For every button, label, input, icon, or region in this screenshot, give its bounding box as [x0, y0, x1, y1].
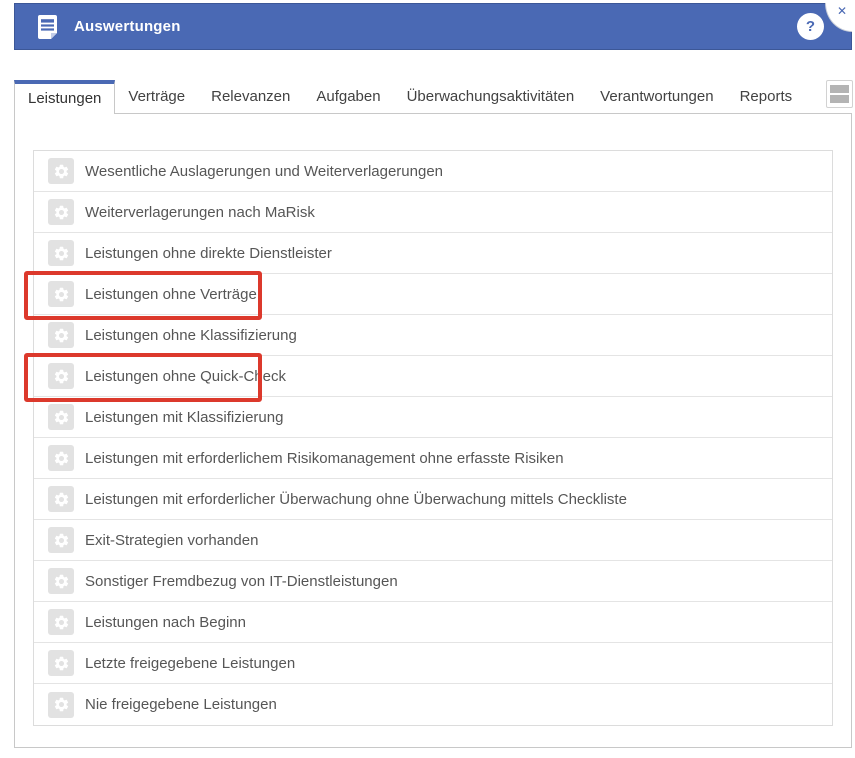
report-item-label: Leistungen mit erforderlichem Risikomana… [85, 450, 564, 467]
gear-icon [48, 158, 74, 184]
report-list-item[interactable]: Weiterverlagerungen nach MaRisk [34, 192, 832, 233]
report-list-item[interactable]: Sonstiger Fremdbezug von IT-Dienstleistu… [34, 561, 832, 602]
report-list-item[interactable]: Leistungen ohne Quick-Check [34, 356, 832, 397]
report-item-label: Sonstiger Fremdbezug von IT-Dienstleistu… [85, 573, 398, 590]
gear-icon [48, 404, 74, 430]
tab-label: Relevanzen [211, 88, 290, 105]
report-item-label: Leistungen nach Beginn [85, 614, 246, 631]
tab-label: Verträge [128, 88, 185, 105]
tab-verantwortungen[interactable]: Verantwortungen [587, 80, 726, 114]
gear-icon [48, 650, 74, 676]
report-list-item[interactable]: Leistungen ohne Klassifizierung [34, 315, 832, 356]
report-item-label: Nie freigegebene Leistungen [85, 696, 277, 713]
tab-label: Leistungen [28, 90, 101, 107]
report-list-item[interactable]: Letzte freigegebene Leistungen [34, 643, 832, 684]
report-list-item[interactable]: Leistungen mit Klassifizierung [34, 397, 832, 438]
tab-bar: Leistungen Verträge Relevanzen Aufgaben Über… [14, 80, 805, 114]
report-item-label: Exit-Strategien vorhanden [85, 532, 258, 549]
close-button[interactable]: ✕ [825, 3, 852, 32]
tab-label: Überwachungsaktivitäten [407, 88, 575, 105]
report-list-item[interactable]: Nie freigegebene Leistungen [34, 684, 832, 725]
dialog-header: Auswertungen ? ✕ [14, 3, 852, 50]
tab-aufgaben[interactable]: Aufgaben [303, 80, 393, 114]
report-list-item[interactable]: Leistungen mit erforderlicher Überwachun… [34, 479, 832, 520]
report-list-item[interactable]: Leistungen ohne Verträge [34, 274, 832, 315]
gear-icon [48, 609, 74, 635]
gear-icon [48, 445, 74, 471]
content-panel: Wesentliche Auslagerungen und Weiterverl… [14, 113, 852, 748]
report-item-label: Leistungen mit erforderlicher Überwachun… [85, 491, 627, 508]
report-item-label: Leistungen ohne Klassifizierung [85, 327, 297, 344]
gear-icon [48, 486, 74, 512]
gear-icon [48, 199, 74, 225]
gear-icon [48, 568, 74, 594]
gear-icon [48, 322, 74, 348]
dialog-title: Auswertungen [74, 18, 181, 35]
tab-leistungen[interactable]: Leistungen [14, 80, 115, 114]
report-item-label: Letzte freigegebene Leistungen [85, 655, 295, 672]
report-list-item[interactable]: Wesentliche Auslagerungen und Weiterverl… [34, 151, 832, 192]
gear-icon [48, 692, 74, 718]
auswertungen-dialog: Auswertungen ? ✕ Leistungen Verträge Relev… [0, 0, 855, 758]
tab-label: Reports [740, 88, 793, 105]
help-button[interactable]: ? [797, 13, 824, 40]
tab-label: Verantwortungen [600, 88, 713, 105]
report-list-item[interactable]: Leistungen ohne direkte Dienstleister [34, 233, 832, 274]
report-item-label: Leistungen ohne Quick-Check [85, 368, 286, 385]
gear-icon [48, 240, 74, 266]
tab-relevanzen[interactable]: Relevanzen [198, 80, 303, 114]
tab-label: Aufgaben [316, 88, 380, 105]
report-list-item[interactable]: Exit-Strategien vorhanden [34, 520, 832, 561]
help-icon: ? [806, 18, 815, 35]
report-item-label: Wesentliche Auslagerungen und Weiterverl… [85, 163, 443, 180]
tab-vertr-ge[interactable]: Verträge [115, 80, 198, 114]
report-item-label: Leistungen ohne direkte Dienstleister [85, 245, 332, 262]
close-icon: ✕ [837, 5, 847, 17]
report-list: Wesentliche Auslagerungen und Weiterverl… [33, 150, 833, 726]
report-item-label: Weiterverlagerungen nach MaRisk [85, 204, 315, 221]
report-document-icon [36, 14, 59, 40]
report-list-item[interactable]: Leistungen nach Beginn [34, 602, 832, 643]
tab--berwachungsaktivit-ten[interactable]: Überwachungsaktivitäten [394, 80, 588, 114]
gear-icon [48, 281, 74, 307]
tab-reports[interactable]: Reports [727, 80, 806, 114]
gear-icon [48, 363, 74, 389]
report-list-item[interactable]: Leistungen mit erforderlichem Risikomana… [34, 438, 832, 479]
list-view-toggle-button[interactable] [826, 80, 853, 108]
report-item-label: Leistungen ohne Verträge [85, 286, 257, 303]
gear-icon [48, 527, 74, 553]
report-item-label: Leistungen mit Klassifizierung [85, 409, 283, 426]
